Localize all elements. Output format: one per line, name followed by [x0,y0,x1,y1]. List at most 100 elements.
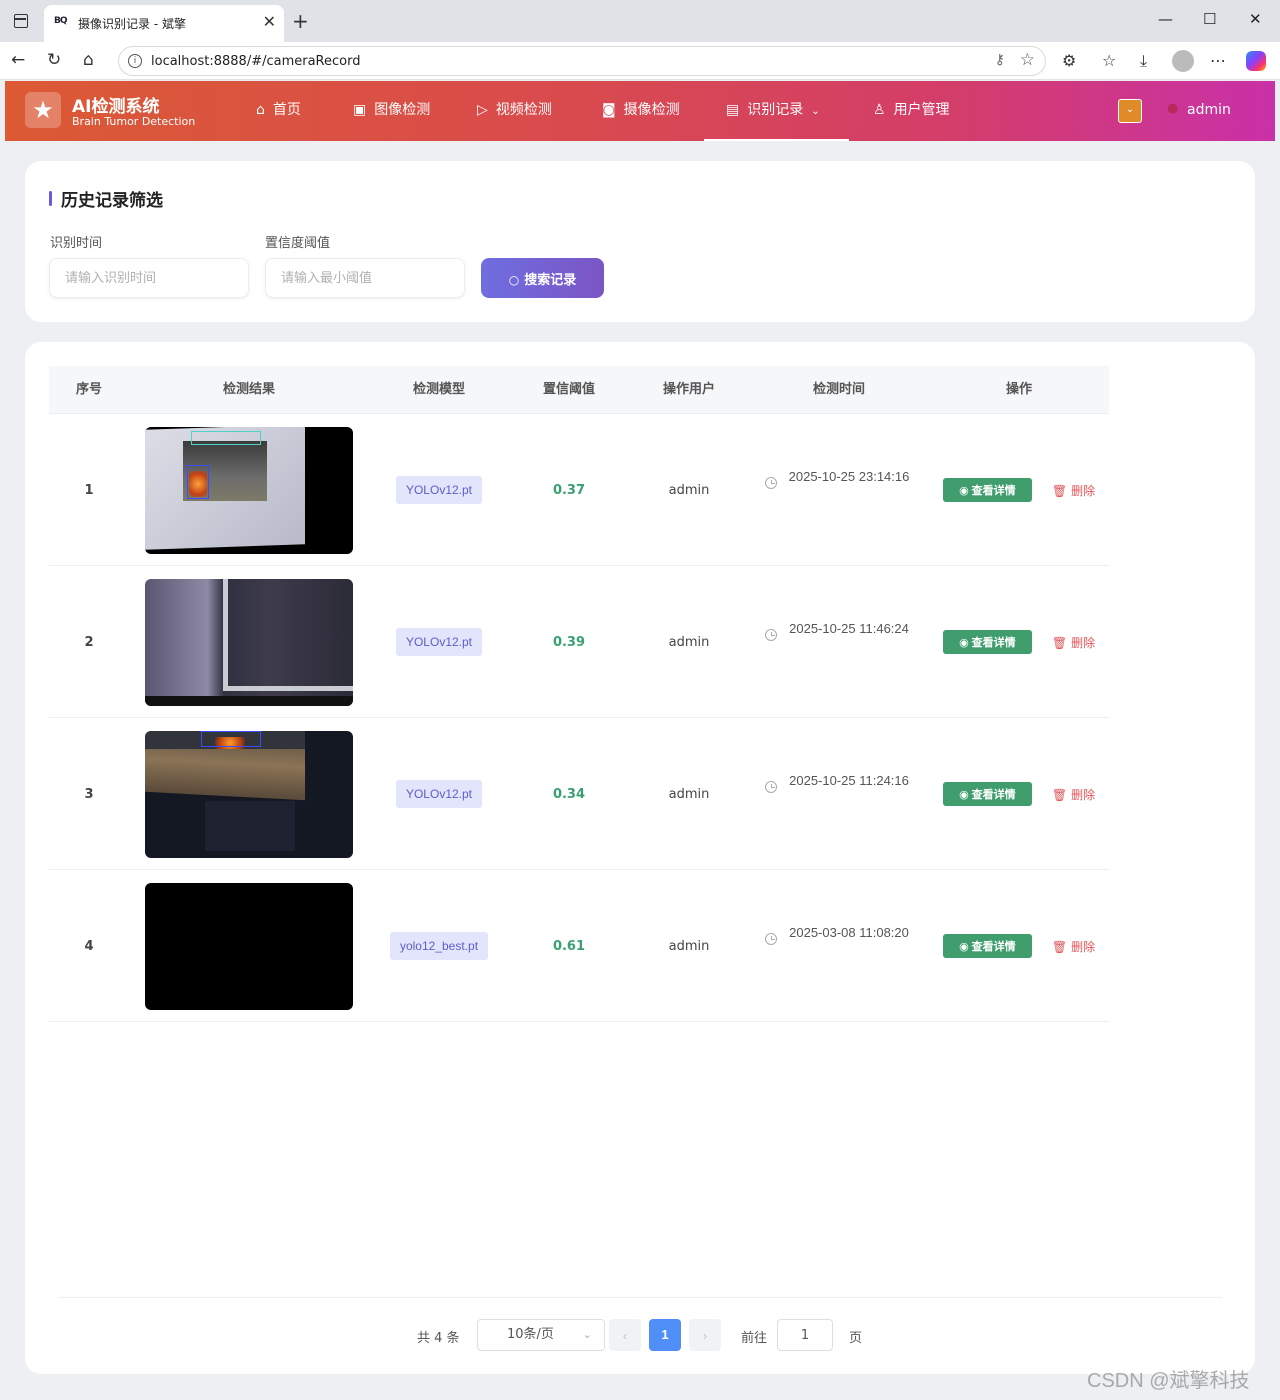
operator-user: admin [668,634,710,650]
total-count: 共 4 条 [417,1331,460,1346]
trash-icon: 🗑 [1051,635,1068,650]
document-icon: ▤ [726,102,740,118]
profile-avatar[interactable] [1172,50,1194,72]
table-row: 4 yolo12_best.pt 0.61 admin 2025-03-08 1… [49,870,1109,1022]
row-index: 4 [84,938,94,954]
detection-time: 2025-10-25 23:14:16 [788,469,910,484]
trash-icon: 🗑 [1051,483,1068,498]
app-subtitle: Brain Tumor Detection [72,115,196,128]
nav-home[interactable]: ⌂ 首页 [256,81,301,141]
header-time: 检测时间 [812,382,865,397]
info-icon[interactable]: i [128,54,142,68]
nav-user-management[interactable]: ♙ 用户管理 [873,81,950,141]
prev-page-button[interactable]: ‹ [609,1319,641,1351]
tab-favicon: BQ [54,16,67,26]
page-number-button[interactable]: 1 [649,1319,681,1351]
view-details-button[interactable]: ◉ 查看详情 [942,478,1032,502]
time-label: 识别时间 [50,236,103,251]
nav-records[interactable]: ▤ 识别记录 ⌄ [704,81,849,141]
detection-time: 2025-10-25 11:24:16 [789,773,909,788]
operator-user: admin [668,938,710,954]
new-tab-icon[interactable]: + [292,9,309,33]
clock-icon [765,781,777,793]
favorites-icon[interactable]: ☆ [1102,51,1116,70]
address-bar-row: ← ↻ ⌂ i localhost:8888/#/cameraRecord ⚷ … [0,42,1280,80]
search-button-label: 搜索记录 [524,272,577,288]
search-button[interactable]: ○ 搜索记录 [481,258,604,298]
header-index: 序号 [75,382,102,397]
refresh-icon[interactable]: ↻ [47,50,61,70]
detection-thumbnail[interactable] [145,882,353,1010]
eye-icon: ◉ [959,788,969,801]
window-menu-icon[interactable] [14,14,28,28]
current-username[interactable]: admin [1187,102,1231,118]
confidence-input[interactable] [265,258,465,298]
delete-label: 删除 [1071,483,1096,498]
records-table-card: 序号 检测结果 检测模型 置信阈值 操作用户 检测时间 操作 1 YOLOv12… [25,342,1255,1374]
page-unit-label: 页 [849,1331,863,1346]
detection-time: 2025-03-08 11:08:20 [789,925,909,940]
url-field[interactable]: i localhost:8888/#/cameraRecord ⚷ ☆ [118,46,1046,76]
close-window-icon[interactable]: ✕ [1249,10,1262,28]
header-model: 检测模型 [412,382,465,397]
row-index: 2 [84,634,94,650]
view-details-button[interactable]: ◉ 查看详情 [942,934,1032,958]
detection-thumbnail[interactable] [145,730,353,858]
minimize-icon[interactable]: — [1158,10,1173,28]
delete-label: 删除 [1071,787,1096,802]
notification-badge-icon[interactable]: ⌄ [1118,99,1142,123]
page-size-select[interactable]: 10条/页 ⌄ [477,1319,605,1351]
trash-icon: 🗑 [1051,787,1068,802]
confidence-value: 0.34 [552,786,586,802]
clock-icon [765,477,777,489]
delete-button[interactable]: 🗑 删除 [1052,938,1095,955]
key-icon[interactable]: ⚷ [995,52,1005,68]
row-index: 3 [84,786,94,802]
goto-label: 前往 [741,1331,768,1346]
section-accent-bar [49,191,52,206]
table-row: 1 YOLOv12.pt 0.37 admin 2025-10-25 23:14… [49,414,1109,566]
more-icon[interactable]: ⋯ [1210,51,1226,70]
view-details-button[interactable]: ◉ 查看详情 [942,630,1032,654]
view-details-button[interactable]: ◉ 查看详情 [942,782,1032,806]
user-icon: ♙ [873,102,886,118]
browser-tab[interactable]: BQ 摄像识别记录 - 斌擎 ✕ [44,5,284,42]
back-icon[interactable]: ← [11,50,25,70]
delete-button[interactable]: 🗑 删除 [1052,634,1095,651]
nav-video-detection[interactable]: ▷ 视频检测 [477,81,552,141]
model-tag: YOLOv12.pt [395,780,483,808]
home-browser-icon[interactable]: ⌂ [83,50,94,70]
nav-label: 用户管理 [893,102,950,118]
confidence-label: 置信度阈值 [265,236,331,251]
header-result: 检测结果 [222,382,275,397]
nav-label: 首页 [272,102,301,118]
goto-page-input[interactable] [777,1319,833,1351]
close-tab-icon[interactable]: ✕ [263,12,276,31]
detection-time: 2025-10-25 11:46:24 [789,621,909,636]
user-avatar-icon[interactable]: ● [1167,101,1178,116]
time-input[interactable] [49,258,249,298]
nav-camera-detection[interactable]: ◙ 摄像检测 [602,81,680,141]
table-row: 3 YOLOv12.pt 0.34 admin 2025-10-25 11:24… [49,718,1109,870]
url-text: localhost:8888/#/cameraRecord [151,54,361,69]
extensions-icon[interactable]: ⚙ [1062,51,1076,70]
delete-label: 删除 [1071,635,1096,650]
app-header: ★ AI检测系统 Brain Tumor Detection ⌂ 首页 ▣ 图像检测… [5,81,1275,141]
detection-thumbnail[interactable] [145,426,353,554]
nav-image-detection[interactable]: ▣ 图像检测 [353,81,430,141]
clock-icon [765,629,777,641]
detection-thumbnail[interactable] [145,578,353,706]
download-icon[interactable]: ⤓ [1140,51,1147,71]
delete-button[interactable]: 🗑 删除 [1052,482,1095,499]
clock-icon [765,933,777,945]
delete-button[interactable]: 🗑 删除 [1052,786,1095,803]
operator-user: admin [668,786,710,802]
play-icon: ▷ [477,102,488,118]
favorite-star-icon[interactable]: ☆ [1020,50,1035,70]
copilot-icon[interactable] [1246,51,1266,71]
view-label: 查看详情 [971,636,1016,649]
app-title: AI检测系统 [72,97,160,117]
maximize-icon[interactable]: ☐ [1203,10,1216,28]
chevron-down-icon: ⌄ [811,106,820,117]
next-page-button[interactable]: › [689,1319,721,1351]
